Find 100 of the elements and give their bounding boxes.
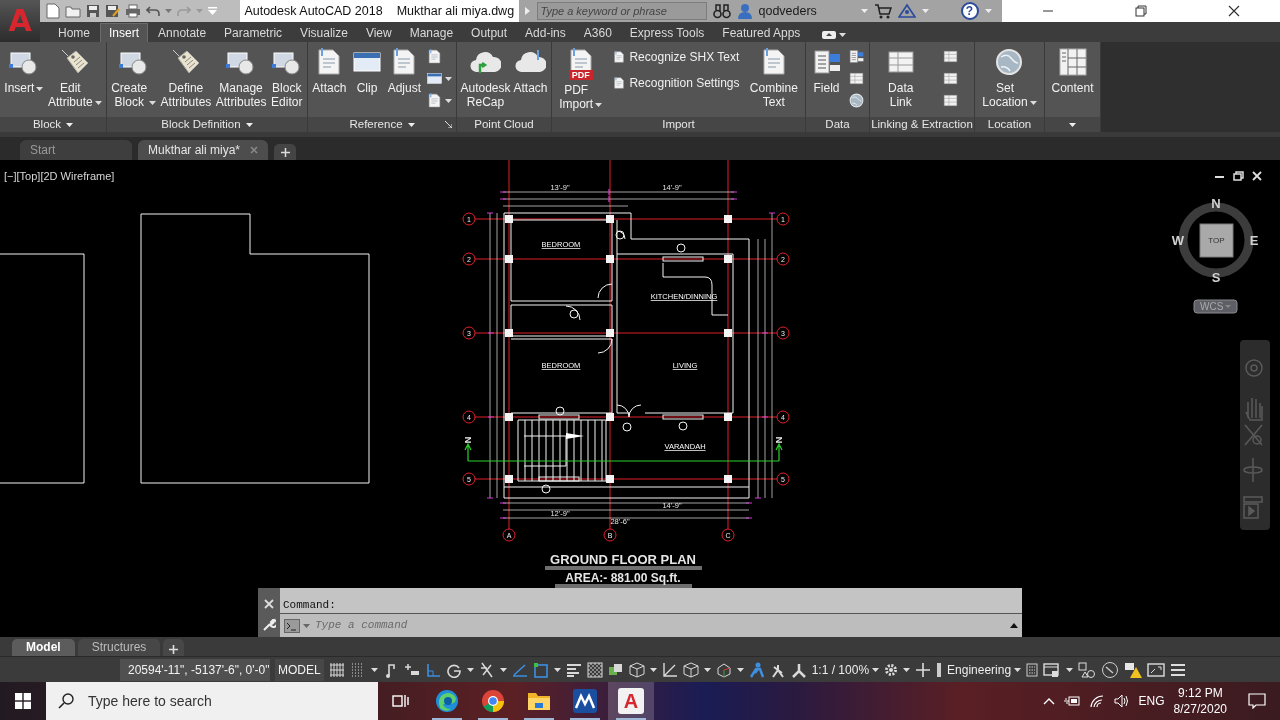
caret-icon[interactable] <box>149 101 157 105</box>
battery-icon[interactable] <box>1063 695 1080 707</box>
caret-icon[interactable] <box>499 667 507 672</box>
caret-icon[interactable] <box>245 122 253 127</box>
axis-icon[interactable] <box>661 661 678 678</box>
figure-icon[interactable] <box>748 661 765 678</box>
caret-icon[interactable] <box>94 101 102 105</box>
command-line-handle[interactable] <box>258 588 280 637</box>
caret-icon[interactable] <box>595 103 603 107</box>
table-icon[interactable] <box>942 70 960 87</box>
document-tab[interactable]: Start <box>20 140 132 160</box>
ribbon-menu-item[interactable]: Recognition Settings <box>629 74 740 92</box>
prompt-icon[interactable] <box>284 618 300 633</box>
binoculars-icon[interactable] <box>712 3 731 19</box>
taskbar-app[interactable]: A <box>608 682 654 720</box>
view-cube[interactable] <box>1199 223 1234 258</box>
ribbon-button[interactable]: Clip <box>351 46 383 95</box>
caret-icon[interactable] <box>66 122 74 127</box>
command-field[interactable]: Type a command <box>313 616 1007 635</box>
ribbon-tab[interactable]: Home <box>50 24 98 42</box>
ribbon-button[interactable]: Create Block <box>111 46 157 109</box>
table-icon[interactable] <box>942 92 960 109</box>
document-icon[interactable] <box>46 3 60 19</box>
globe-icon[interactable] <box>847 92 865 109</box>
ribbon-tab[interactable]: Manage <box>401 24 462 42</box>
ribbon-tab[interactable]: View <box>357 24 400 42</box>
cart-icon[interactable] <box>873 3 892 19</box>
language-indicator[interactable]: ENG <box>1138 692 1165 710</box>
new-tab-button[interactable] <box>274 144 297 160</box>
ribbon-button[interactable]: Combine Text <box>749 46 798 109</box>
ribbon-tab[interactable]: Output <box>463 24 516 42</box>
ribbon-button[interactable]: Attach <box>513 46 548 95</box>
stack-icon[interactable] <box>607 661 624 678</box>
ribbon-button[interactable]: Block Editor <box>270 46 303 109</box>
folder-icon[interactable] <box>65 4 81 18</box>
ribbon-button[interactable]: Set Location <box>982 46 1037 109</box>
new-layout-button[interactable] <box>163 639 185 656</box>
caret-icon[interactable] <box>1014 667 1022 672</box>
caret-icon[interactable] <box>553 667 561 672</box>
caret-icon[interactable] <box>1066 667 1074 672</box>
ribbon-tab[interactable]: Insert <box>100 23 149 42</box>
taskbar-search-field[interactable]: Type here to search <box>86 689 378 713</box>
restore-icon[interactable] <box>1233 171 1244 181</box>
circle-icon[interactable] <box>1101 660 1120 679</box>
settings-icon[interactable] <box>884 662 899 677</box>
ribbon-button[interactable]: Adjust <box>387 46 421 95</box>
caret-icon[interactable] <box>444 76 452 81</box>
ribbon-tab[interactable]: A360 <box>575 24 620 42</box>
caret-icon[interactable] <box>736 667 744 672</box>
caret-icon[interactable] <box>1069 122 1076 127</box>
units-button[interactable]: Engineering <box>947 660 1022 679</box>
search-icon[interactable] <box>58 693 74 709</box>
cross-icon[interactable] <box>478 661 495 678</box>
notification-icon[interactable] <box>1248 693 1266 709</box>
layout-tab[interactable]: Structures <box>77 639 161 656</box>
caret-icon[interactable] <box>370 667 378 672</box>
model-space-button[interactable]: MODEL <box>275 658 324 681</box>
grid-icon[interactable] <box>328 661 345 678</box>
search-field[interactable]: Type a keyword or phrase <box>536 2 707 20</box>
menu-icon[interactable] <box>1170 662 1187 677</box>
ribbon-button[interactable]: Edit Attribute <box>47 46 102 109</box>
triangle-icon[interactable] <box>897 3 916 19</box>
checker-icon[interactable] <box>586 661 603 678</box>
caret-icon[interactable] <box>649 667 657 672</box>
ribbon-tab[interactable]: Express Tools <box>621 24 713 42</box>
ribbon-button[interactable]: Field <box>810 46 843 95</box>
list-icon[interactable] <box>847 48 865 65</box>
window-icon[interactable] <box>1043 661 1062 678</box>
close-icon[interactable] <box>1227 5 1240 17</box>
launcher-icon[interactable] <box>445 121 452 128</box>
table-icon[interactable] <box>942 48 960 65</box>
bar-icon[interactable] <box>936 661 943 678</box>
command-input[interactable]: Type a command <box>280 614 1022 637</box>
ribbon-tab[interactable]: Featured Apps <box>714 24 809 42</box>
ribbon-button[interactable]: Attach <box>312 46 347 95</box>
caret-icon[interactable] <box>839 33 847 37</box>
restore-icon[interactable] <box>1134 5 1147 17</box>
wrench-icon[interactable] <box>262 618 276 633</box>
caret-icon[interactable] <box>444 98 452 103</box>
snap-box-icon[interactable] <box>532 661 549 678</box>
ribbon-tab[interactable]: Parametric <box>216 24 291 42</box>
figure-icon[interactable] <box>790 661 807 678</box>
caret-icon[interactable] <box>903 667 911 672</box>
ribbon-tab[interactable]: Annotate <box>150 24 215 42</box>
toggle-icon[interactable] <box>822 31 837 39</box>
warning-icon[interactable] <box>1124 660 1143 679</box>
table-icon[interactable] <box>847 70 865 87</box>
ribbon-tab[interactable]: Visualize <box>292 24 356 42</box>
fullscreen-icon[interactable] <box>1147 662 1166 677</box>
clock-date[interactable]: 8/27/2020 <box>1173 701 1227 717</box>
up-arrow-icon[interactable] <box>1010 623 1018 628</box>
gizmo-icon[interactable] <box>715 661 732 678</box>
speaker-icon[interactable] <box>1113 694 1130 708</box>
chevron-up-icon[interactable] <box>1042 697 1055 705</box>
viewport-label[interactable]: [−][Top][2D Wireframe] <box>4 168 115 185</box>
frame-icon[interactable] <box>425 70 443 87</box>
cube-icon[interactable] <box>628 661 645 678</box>
caret-icon[interactable] <box>36 87 44 91</box>
ribbon-button[interactable]: Insert <box>4 46 44 95</box>
caret-icon[interactable] <box>466 667 474 672</box>
